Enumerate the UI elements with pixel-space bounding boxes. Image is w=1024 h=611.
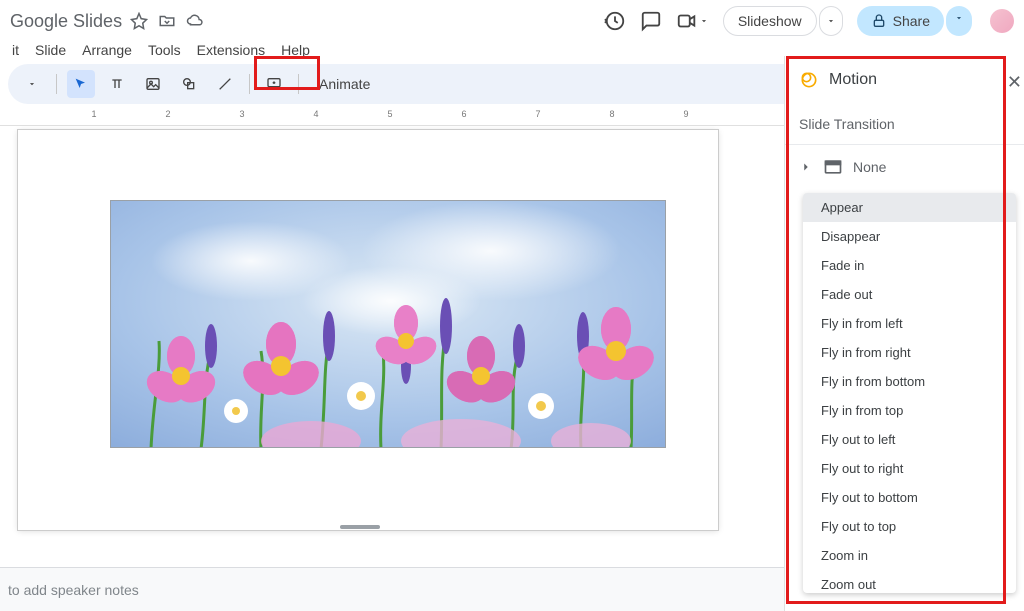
doc-header: Google Slides Slideshow Share [0,0,1024,42]
animation-dropdown: Appear Disappear Fade in Fade out Fly in… [803,193,1016,593]
share-dropdown[interactable] [946,6,972,36]
select-tool[interactable] [67,70,95,98]
slide[interactable] [18,130,718,530]
comment-icon[interactable] [640,10,662,32]
history-icon[interactable] [604,10,626,32]
menu-arrange[interactable]: Arrange [82,42,132,58]
ruler-mark: 7 [535,109,540,119]
animation-option[interactable]: Fly in from right [803,338,1016,367]
ruler-mark: 1 [91,109,96,119]
transition-row[interactable]: None [785,145,1024,189]
slideshow-dropdown[interactable] [819,6,843,36]
lock-icon [871,13,887,29]
animation-option[interactable]: Disappear [803,222,1016,251]
slideshow-button[interactable]: Slideshow [723,6,817,36]
animate-label: Animate [319,76,370,92]
animation-option[interactable]: Fly in from top [803,396,1016,425]
star-icon[interactable] [130,12,148,30]
slide-transition-section: Slide Transition [785,104,1024,145]
motion-panel: Motion Slide Transition None Appear Disa… [784,56,1024,611]
textbox-tool[interactable] [103,70,131,98]
comment-tool[interactable] [260,70,288,98]
header-right: Slideshow Share [604,6,1014,36]
slideshow-label: Slideshow [738,13,802,29]
speaker-notes-placeholder: to add speaker notes [8,582,139,598]
share-label: Share [893,13,930,29]
ruler-mark: 9 [683,109,688,119]
ruler-mark: 6 [461,109,466,119]
close-panel-icon[interactable]: ✕ [1007,72,1022,93]
doc-title-icons [130,12,204,30]
cloud-status-icon[interactable] [186,12,204,30]
animation-option[interactable]: Fly out to right [803,454,1016,483]
animation-option[interactable]: Zoom out [803,570,1016,593]
transition-value: None [853,159,886,175]
ruler-mark: 2 [165,109,170,119]
separator [298,74,299,94]
line-tool[interactable] [211,70,239,98]
doc-title[interactable]: Google Slides [10,11,122,32]
ruler-mark: 5 [387,109,392,119]
motion-icon [799,70,819,90]
separator [249,74,250,94]
image-tool[interactable] [139,70,167,98]
animation-option[interactable]: Fly in from bottom [803,367,1016,396]
animation-option[interactable]: Fade in [803,251,1016,280]
menu-slide[interactable]: Slide [35,42,66,58]
menu-tools[interactable]: Tools [148,42,181,58]
animation-option[interactable]: Fly out to top [803,512,1016,541]
menu-help[interactable]: Help [281,42,310,58]
share-button[interactable]: Share [857,6,944,36]
chevron-right-icon [799,160,813,174]
slide-icon [823,157,843,177]
ruler-mark: 8 [609,109,614,119]
shape-tool[interactable] [175,70,203,98]
account-avatar[interactable] [990,9,1014,33]
slide-canvas[interactable] [0,120,784,555]
animation-option[interactable]: Zoom in [803,541,1016,570]
motion-panel-title: Motion [829,71,877,89]
motion-panel-header: Motion [785,56,1024,104]
animation-option[interactable]: Appear [803,193,1016,222]
menu-edit[interactable]: it [12,42,19,58]
splitter-handle[interactable] [340,525,380,529]
animation-option[interactable]: Fade out [803,280,1016,309]
menu-extensions[interactable]: Extensions [197,42,265,58]
ruler-mark: 3 [239,109,244,119]
inserted-image[interactable] [110,200,666,448]
new-slide-dropdown[interactable] [18,70,46,98]
animation-option[interactable]: Fly out to left [803,425,1016,454]
animate-button[interactable]: Animate [309,72,380,96]
animation-option[interactable]: Fly in from left [803,309,1016,338]
move-folder-icon[interactable] [158,12,176,30]
speaker-notes-bar[interactable]: to add speaker notes [0,567,784,611]
present-video-icon[interactable] [676,10,709,32]
animation-option[interactable]: Fly out to bottom [803,483,1016,512]
ruler-mark: 4 [313,109,318,119]
separator [56,74,57,94]
